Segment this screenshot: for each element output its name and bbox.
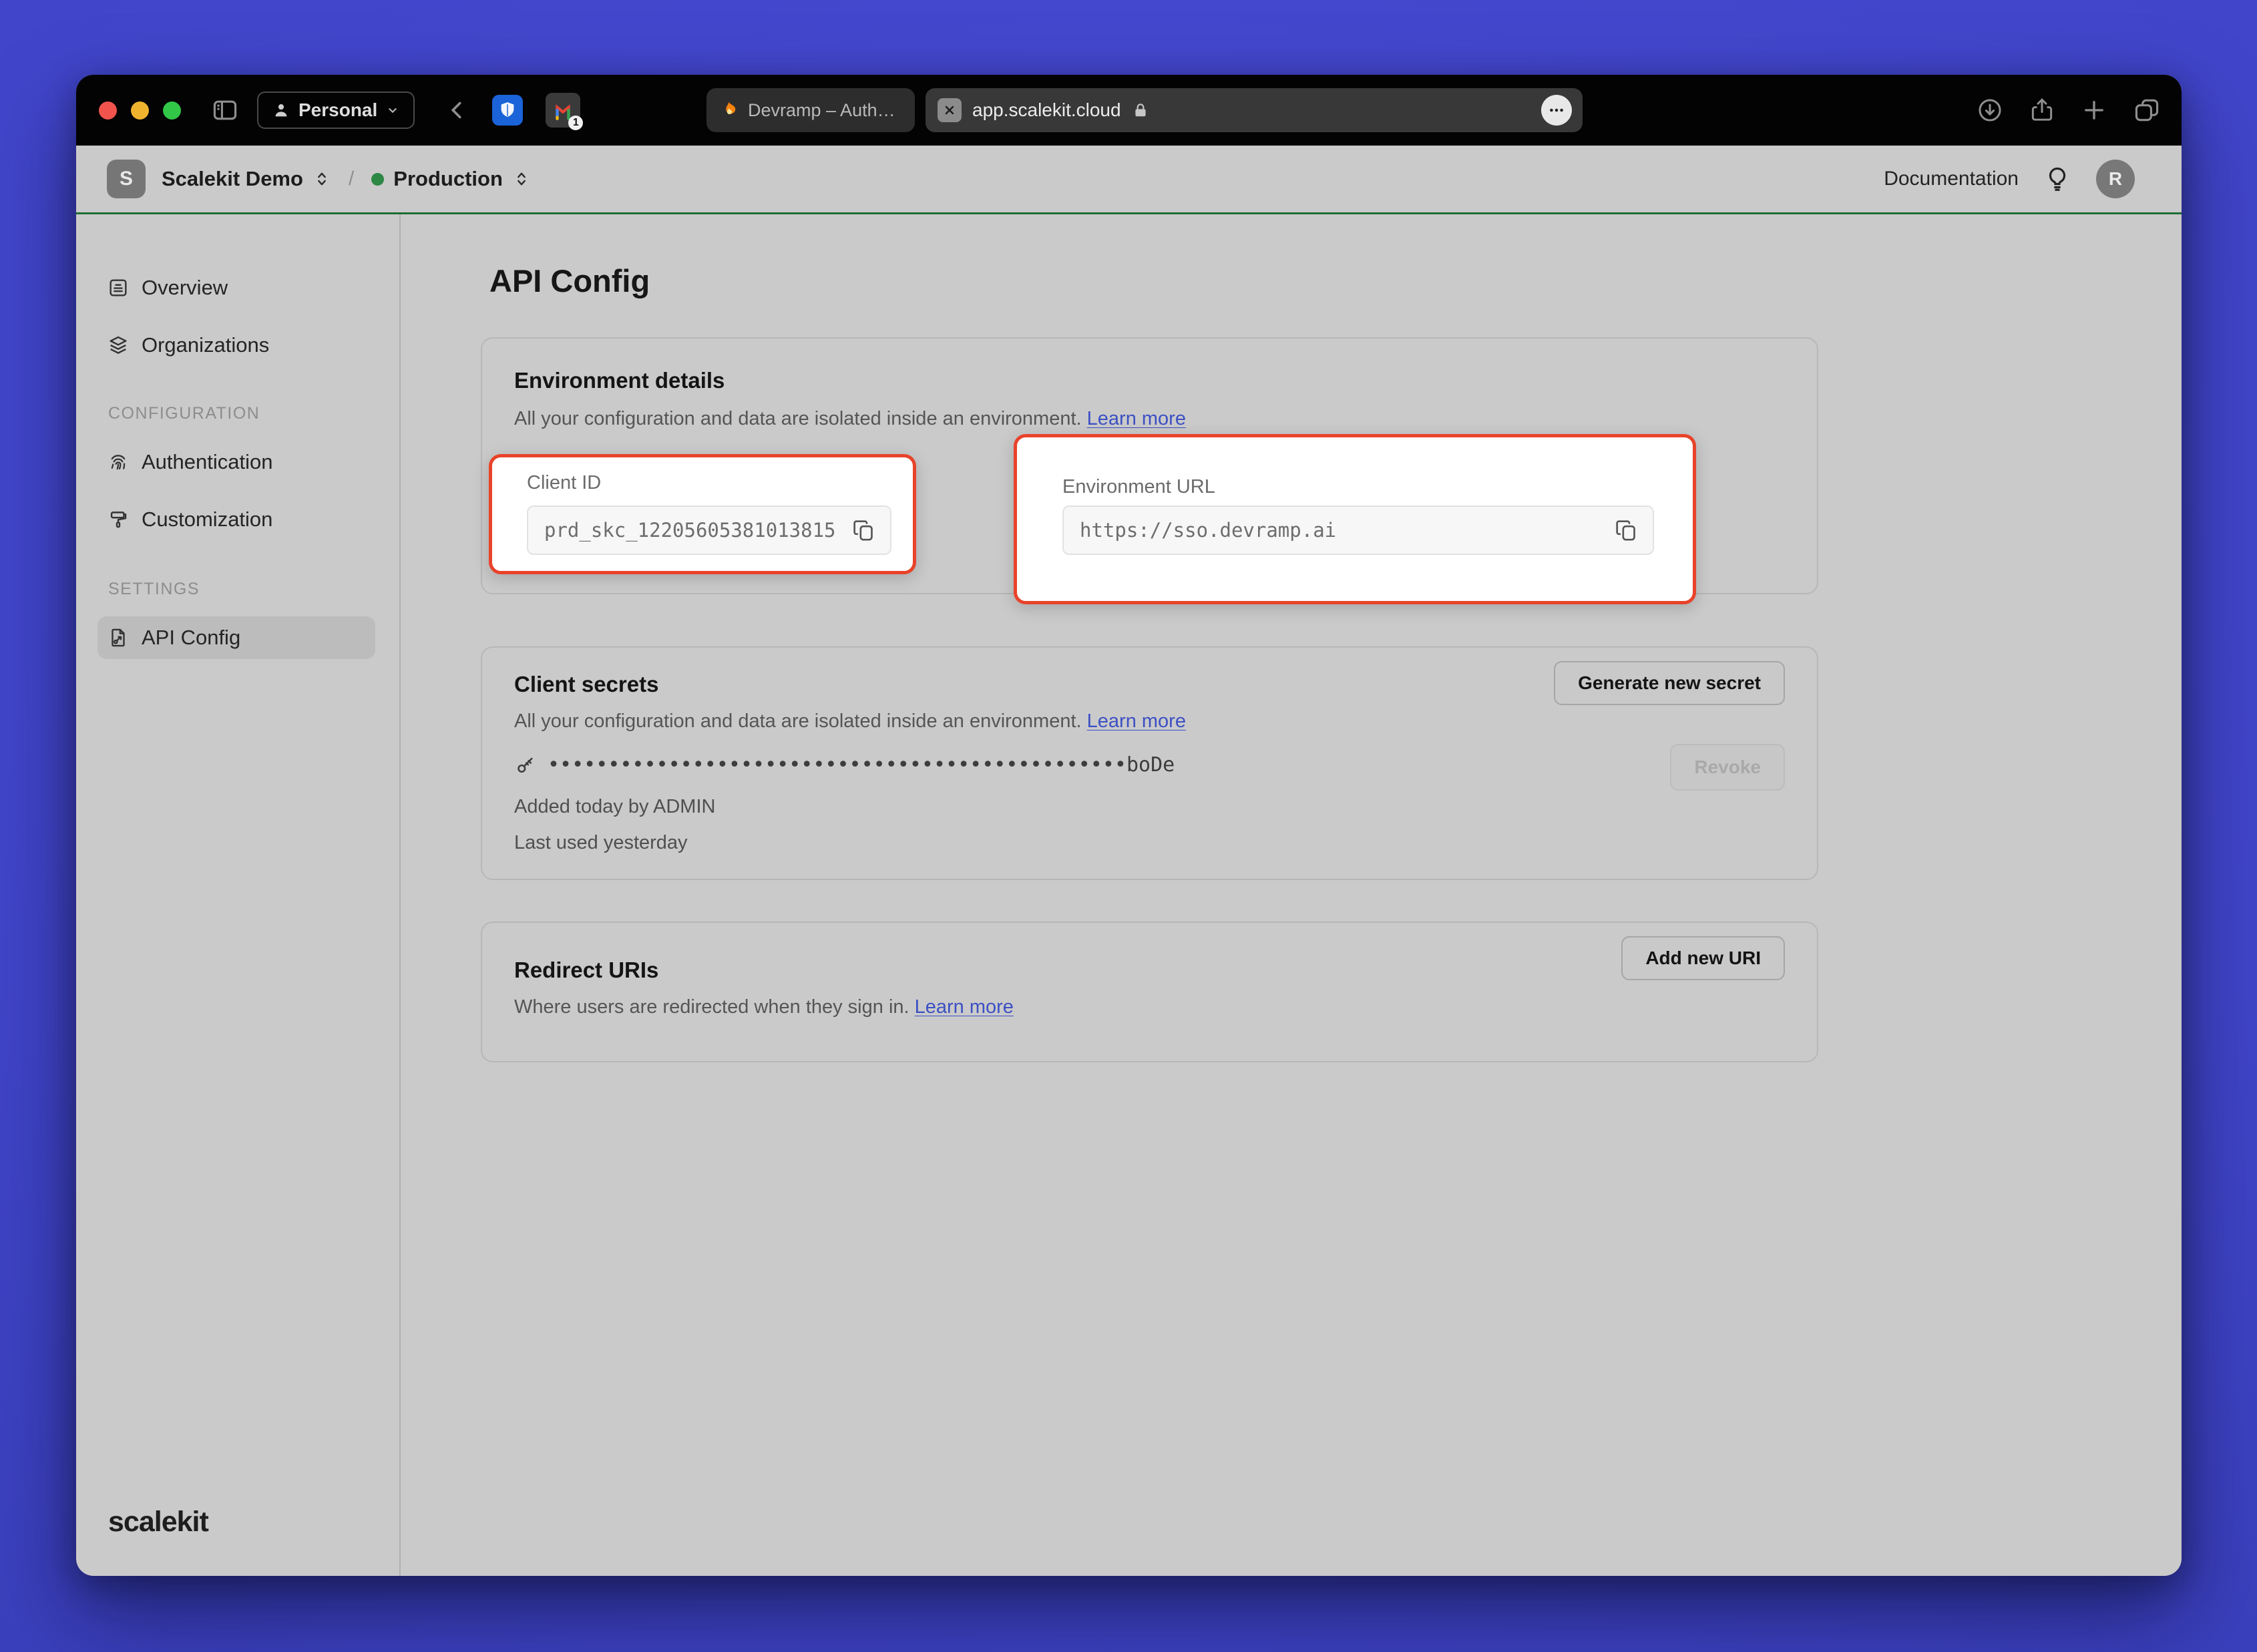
card-description: All your configuration and data are isol… [514,710,1186,733]
card-description: All your configuration and data are isol… [514,408,1186,430]
org-logo: S [107,160,146,198]
client-id-highlight: Client ID prd_skc_12205605381013815 [489,454,916,574]
sidebar-item-customization[interactable]: Customization [97,498,375,541]
fingerprint-icon [107,451,130,473]
zoom-window-button[interactable] [163,101,181,120]
copy-client-id-button[interactable] [850,517,877,544]
api-file-icon [107,626,130,649]
gmail-extension-icon[interactable]: 1 [546,93,580,128]
learn-more-link[interactable]: Learn more [1087,408,1186,429]
main-content: API Config Environment details All your … [401,214,2182,1576]
learn-more-link[interactable]: Learn more [1087,710,1186,732]
user-avatar[interactable]: R [2096,160,2135,198]
overview-icon [107,276,130,299]
minimize-window-button[interactable] [131,101,149,120]
app-header: S Scalekit Demo / Production Documentati… [76,146,2182,214]
card-heading: Client secrets [514,672,658,697]
browser-chrome: Personal 1 [76,75,2182,146]
sidebar-item-label: Overview [142,276,228,300]
generate-new-secret-button[interactable]: Generate new secret [1554,661,1785,705]
environment-url-value: https://sso.devramp.ai [1080,519,1336,542]
page-title: API Config [489,262,650,299]
client-id-value: prd_skc_12205605381013815 [544,519,836,542]
tab-devramp[interactable]: Devramp – Auth… [706,88,915,132]
profile-label: Personal [298,99,377,121]
sidebar-item-authentication[interactable]: Authentication [97,441,375,483]
redirect-uris-card: Redirect URIs Where users are redirected… [481,921,1818,1062]
sidebar-item-overview[interactable]: Overview [97,266,375,309]
downloads-icon[interactable] [1976,96,2004,124]
lightbulb-icon[interactable] [2044,166,2071,192]
firebase-flame-icon [719,100,739,120]
layers-icon [107,334,130,357]
client-id-field[interactable]: prd_skc_12205605381013815 [527,505,891,555]
org-switcher-icon[interactable] [313,170,331,188]
learn-more-link[interactable]: Learn more [915,996,1014,1018]
gmail-badge: 1 [568,116,583,130]
tab-title: Devramp – Auth… [748,100,895,121]
sidebar-item-api-config[interactable]: API Config [97,616,375,659]
secret-row: ••••••••••••••••••••••••••••••••••••••••… [514,753,1175,777]
bitwarden-extension-icon[interactable] [492,95,523,126]
share-icon[interactable] [2028,96,2056,124]
sidebar-item-label: Authentication [142,450,272,474]
new-tab-icon[interactable] [2080,96,2108,124]
lock-icon [1132,101,1149,119]
add-new-uri-button[interactable]: Add new URI [1621,936,1785,980]
tab-options-icon[interactable] [1541,95,1572,126]
tab-scalekit-active[interactable]: app.scalekit.cloud [926,88,1583,132]
sidebar: Overview Organizations CONFIGURATION Aut… [76,214,401,1576]
client-id-label: Client ID [527,472,601,494]
key-icon [514,754,537,777]
card-description: Where users are redirected when they sig… [514,996,1014,1018]
close-window-button[interactable] [99,101,117,120]
paint-roller-icon [107,508,130,531]
chevron-down-icon [385,103,400,118]
toolbar-right [1976,75,2162,146]
secret-masked-value: ••••••••••••••••••••••••••••••••••••••••… [548,753,1175,777]
environment-url-field[interactable]: https://sso.devramp.ai [1062,505,1654,555]
sidebar-item-label: Customization [142,507,272,532]
tab-url: app.scalekit.cloud [972,99,1121,121]
browser-window: Personal 1 [76,75,2182,1576]
close-tab-icon[interactable] [938,98,962,122]
sidebar-section-configuration: CONFIGURATION [108,404,399,423]
environment-url-highlight: Environment URL https://sso.devramp.ai [1014,434,1696,604]
client-secrets-card: Client secrets All your configuration an… [481,646,1818,880]
documentation-link[interactable]: Documentation [1884,168,2019,190]
environment-status-dot [371,173,384,186]
scalekit-logo: scalekit [108,1506,208,1538]
sidebar-item-organizations[interactable]: Organizations [97,324,375,367]
card-heading: Environment details [514,368,725,393]
secret-added-text: Added today by ADMIN [514,796,715,818]
copy-environment-url-button[interactable] [1613,517,1639,544]
header-right: Documentation R [1884,160,2135,198]
org-switcher[interactable]: Scalekit Demo [162,167,303,191]
back-button[interactable] [445,98,469,122]
sidebar-toggle-icon[interactable] [210,95,240,125]
person-icon [272,101,290,120]
secret-last-used-text: Last used yesterday [514,832,688,854]
environment-switcher-icon[interactable] [512,170,531,188]
tab-overview-icon[interactable] [2132,95,2162,125]
traffic-lights [99,101,181,120]
environment-switcher[interactable]: Production [393,167,503,191]
profile-button[interactable]: Personal [257,91,415,129]
card-heading: Redirect URIs [514,958,658,983]
sidebar-item-label: API Config [142,626,240,650]
sidebar-item-label: Organizations [142,333,269,357]
body-row: Overview Organizations CONFIGURATION Aut… [76,214,2182,1576]
environment-url-label: Environment URL [1062,476,1215,498]
revoke-button[interactable]: Revoke [1670,744,1785,791]
sidebar-section-settings: SETTINGS [108,580,399,599]
breadcrumb-separator: / [349,168,354,190]
